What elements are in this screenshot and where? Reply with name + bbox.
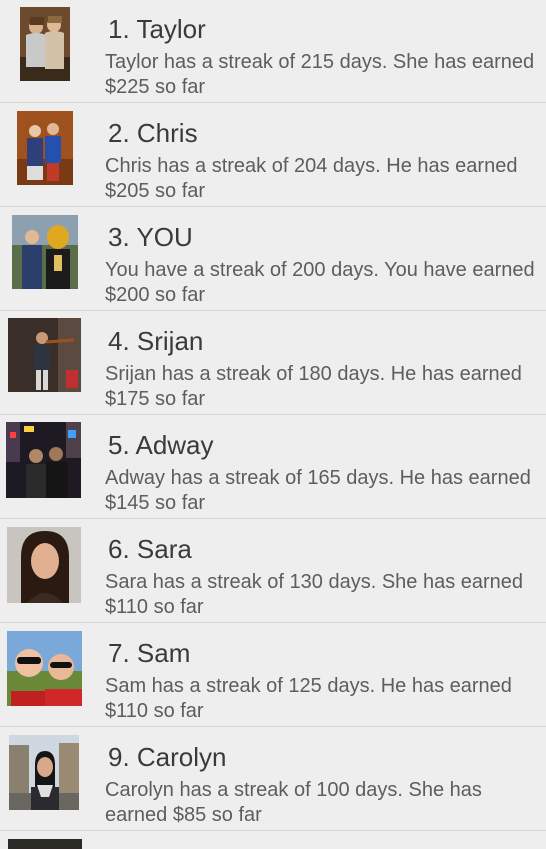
entry-description: Srijan has a streak of 180 days. He has … bbox=[105, 363, 522, 410]
leaderboard-list: 1. Taylor Taylor has a streak of 215 day… bbox=[0, 0, 546, 849]
photo-street-portrait-icon bbox=[9, 735, 79, 810]
list-item[interactable]: 5. Adway Adway has a streak of 165 days.… bbox=[0, 416, 546, 519]
entry-description: Sara has a streak of 130 days. She has e… bbox=[105, 571, 524, 618]
list-item[interactable]: 6. Sara Sara has a streak of 130 days. S… bbox=[0, 520, 546, 623]
list-item[interactable]: 7. Sam Sam has a streak of 125 days. He … bbox=[0, 624, 546, 727]
photo-mascot-icon bbox=[12, 215, 78, 289]
entry-description: Taylor has a streak of 215 days. She has… bbox=[105, 51, 535, 98]
entry-description: Chris has a streak of 204 days. He has e… bbox=[105, 155, 518, 202]
photo-portrait-icon bbox=[7, 527, 81, 603]
entry-name: 3. YOU bbox=[108, 222, 193, 252]
entry-name: 9. Carolyn bbox=[108, 742, 227, 772]
entry-name: 6. Sara bbox=[108, 534, 192, 564]
entry-description: Carolyn has a streak of 100 days. She ha… bbox=[105, 779, 482, 826]
photo-selfie-sunglasses-icon bbox=[7, 631, 82, 706]
entry-description: You have a streak of 200 days. You have … bbox=[105, 259, 535, 306]
photo-two-people-icon bbox=[20, 7, 70, 81]
entry-name: 4. Srijan bbox=[108, 326, 204, 356]
list-item[interactable]: 2. Chris Chris has a streak of 204 days.… bbox=[0, 104, 546, 207]
list-item[interactable]: 3. YOU You have a streak of 200 days. Yo… bbox=[0, 208, 546, 311]
list-item[interactable]: 1. Taylor Taylor has a streak of 215 day… bbox=[0, 0, 546, 103]
entry-name: 1. Taylor bbox=[108, 14, 206, 44]
list-item[interactable]: 9. Carolyn Carolyn has a streak of 100 d… bbox=[0, 728, 546, 831]
photo-night-city-icon bbox=[6, 422, 81, 498]
list-item[interactable] bbox=[0, 832, 546, 849]
list-item[interactable]: 4. Srijan Srijan has a streak of 180 day… bbox=[0, 312, 546, 415]
photo-couple-icon bbox=[17, 111, 73, 185]
entry-name: 7. Sam bbox=[108, 638, 191, 668]
entry-description: Sam has a streak of 125 days. He has ear… bbox=[105, 675, 512, 722]
entry-name: 2. Chris bbox=[108, 118, 198, 148]
photo-partial-icon bbox=[8, 839, 82, 849]
entry-name: 5. Adway bbox=[108, 430, 214, 460]
entry-description: Adway has a streak of 165 days. He has e… bbox=[105, 467, 531, 514]
photo-violinist-icon bbox=[8, 318, 81, 392]
